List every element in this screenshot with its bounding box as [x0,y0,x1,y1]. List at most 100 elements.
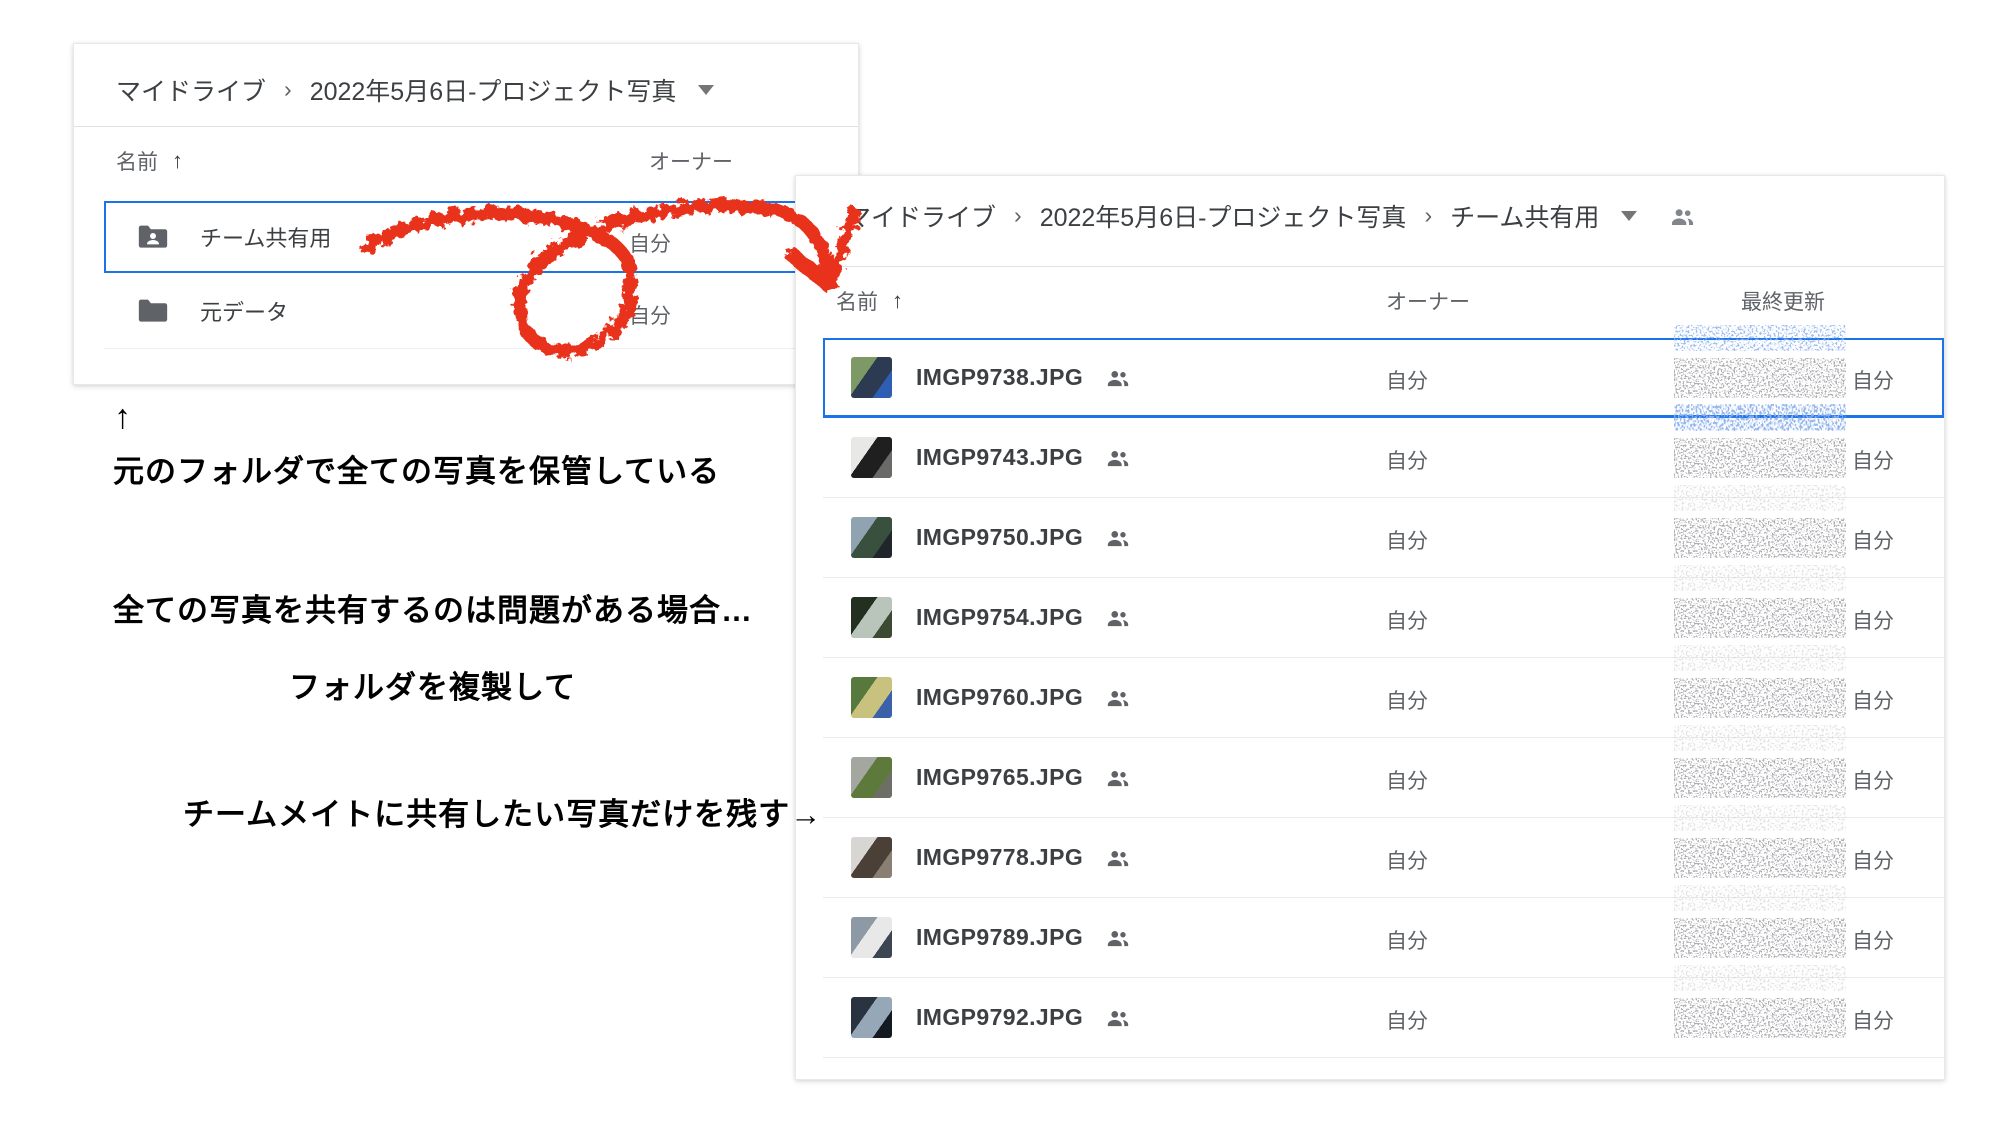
people-icon [1105,605,1131,631]
folder-name: 元データ [200,295,288,327]
column-header-owner[interactable]: オーナー [1386,286,1470,316]
photo-thumbnail [851,597,892,638]
people-icon [1105,765,1131,791]
people-icon [1105,845,1131,871]
column-header-name-label: 名前 [836,286,878,316]
column-header-last-modified[interactable]: 最終更新 [1741,286,1825,316]
chevron-right-icon: › [1424,202,1432,229]
breadcrumb-current-folder[interactable]: 2022年5月6日-プロジェクト写真 [310,72,677,108]
column-header-name[interactable]: 名前 ↑ [116,146,183,176]
modified-by-value: 自分 [1852,525,1894,555]
people-icon [1105,525,1131,551]
file-list: IMGP9738.JPG 自分 自分 IMGP9743.JPG [796,338,1944,1058]
modified-by-value: 自分 [1852,685,1894,715]
column-header-name[interactable]: 名前 ↑ [836,286,903,316]
folder-row-team-share[interactable]: チーム共有用 自分 [104,201,858,273]
redaction-scribble [1674,998,1846,1038]
file-name: IMGP9765.JPG [916,764,1083,791]
people-icon [1105,445,1131,471]
sort-ascending-icon: ↑ [892,288,903,314]
modified-by-value: 自分 [1852,605,1894,635]
redaction-scribble-light [1674,965,1846,991]
drive-window-parent-folder: マイドライブ › 2022年5月6日-プロジェクト写真 名前 ↑ オーナー チー… [73,43,859,385]
shared-folder-icon [136,220,170,254]
breadcrumb: マイドライブ › 2022年5月6日-プロジェクト写真 › チーム共有用 [846,198,1696,234]
column-header-last-modified-label: 最終更新 [1741,286,1825,316]
breadcrumb: マイドライブ › 2022年5月6日-プロジェクト写真 [116,72,714,108]
folder-row-original-data[interactable]: 元データ 自分 [104,273,858,349]
photo-thumbnail [851,437,892,478]
photo-thumbnail [851,997,892,1038]
owner-value: 自分 [1386,845,1428,875]
modified-by-value: 自分 [1852,365,1894,395]
chevron-down-icon[interactable] [698,85,714,95]
redaction-scribble [1674,518,1846,558]
last-modified-cell: 自分 [1674,978,1944,1057]
photo-thumbnail [851,357,892,398]
owner-value: 自分 [1386,765,1428,795]
people-icon [1105,925,1131,951]
people-icon [1105,1005,1131,1031]
breadcrumb-current-folder[interactable]: チーム共有用 [1450,198,1599,234]
modified-by-value: 自分 [1852,925,1894,955]
photo-thumbnail [851,837,892,878]
header-divider [796,266,1944,267]
redaction-scribble [1674,918,1846,958]
owner-value: 自分 [1386,365,1428,395]
folder-icon [136,294,170,328]
redaction-scribble [1674,598,1846,638]
owner-value: 自分 [629,228,671,258]
people-icon [1105,685,1131,711]
redaction-scribble-light [1674,885,1846,911]
redaction-scribble-light [1674,725,1846,751]
column-header-owner[interactable]: オーナー [649,146,733,176]
breadcrumb-my-drive[interactable]: マイドライブ [846,198,996,234]
photo-thumbnail [851,917,892,958]
breadcrumb-parent-folder[interactable]: 2022年5月6日-プロジェクト写真 [1040,198,1407,234]
sort-ascending-icon: ↑ [172,148,183,174]
photo-thumbnail [851,757,892,798]
file-name: IMGP9754.JPG [916,604,1083,631]
folder-shared-people-icon[interactable] [1669,203,1696,230]
owner-value: 自分 [1386,605,1428,635]
redaction-scribble-light [1674,805,1846,831]
file-name: IMGP9760.JPG [916,684,1083,711]
column-header-name-label: 名前 [116,146,158,176]
annotation-line2: 全ての写真を共有するのは問題がある場合… [113,585,753,630]
annotation-line1: 元のフォルダで全ての写真を保管している [113,446,720,491]
redaction-scribble-light [1674,325,1846,351]
photo-thumbnail [851,517,892,558]
file-name: IMGP9743.JPG [916,444,1083,471]
file-row[interactable]: IMGP9792.JPG 自分 自分 [823,978,1944,1058]
red-up-arrow: ↑ [114,398,132,437]
file-name: IMGP9738.JPG [916,364,1083,391]
file-name: IMGP9750.JPG [916,524,1083,551]
redaction-scribble [1674,678,1846,718]
file-name: IMGP9792.JPG [916,1004,1083,1031]
annotation-line4: チームメイトに共有したい写真だけを残す→ [183,789,822,834]
folder-name: チーム共有用 [200,221,331,253]
redaction-scribble-light [1674,485,1846,511]
modified-by-value: 自分 [1852,1005,1894,1035]
owner-value: 自分 [1386,1005,1428,1035]
redaction-scribble-light [1674,405,1846,431]
redaction-scribble-light [1674,565,1846,591]
owner-value: 自分 [1386,525,1428,555]
redaction-scribble [1674,438,1846,478]
header-divider [74,126,858,127]
photo-thumbnail [851,677,892,718]
redaction-scribble [1674,358,1846,398]
modified-by-value: 自分 [1852,765,1894,795]
redaction-scribble-light [1674,645,1846,671]
column-header-owner-label: オーナー [649,146,733,176]
modified-by-value: 自分 [1852,845,1894,875]
breadcrumb-my-drive[interactable]: マイドライブ [116,72,266,108]
owner-value: 自分 [1386,925,1428,955]
owner-value: 自分 [1386,445,1428,475]
modified-by-value: 自分 [1852,445,1894,475]
chevron-down-icon[interactable] [1621,211,1637,221]
redaction-scribble [1674,838,1846,878]
column-header-owner-label: オーナー [1386,286,1470,316]
redaction-scribble [1674,758,1846,798]
owner-value: 自分 [629,300,671,330]
